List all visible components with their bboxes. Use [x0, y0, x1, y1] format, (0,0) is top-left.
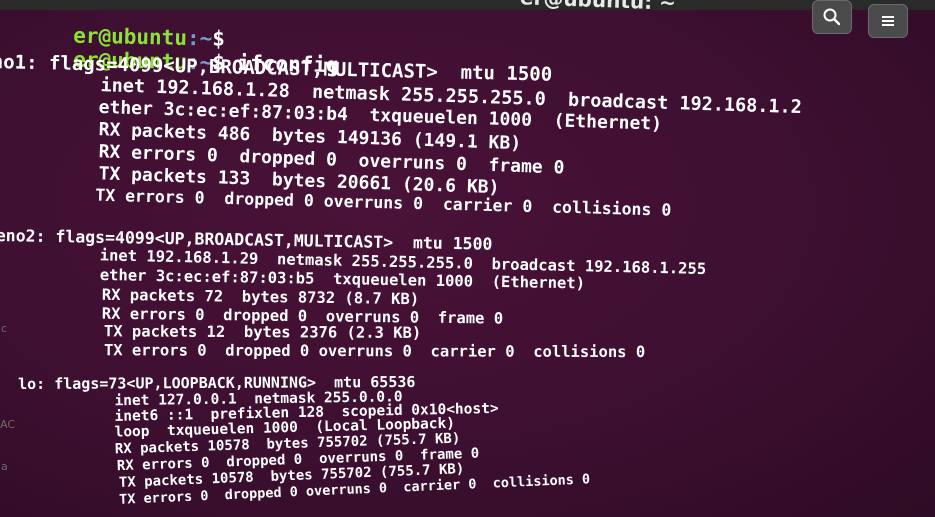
terminal-window[interactable]: er@ubuntu: ~ er@ubuntu:~$ er@ubuntu:~$ i… [0, 0, 935, 517]
output-line: TX errors 0 dropped 0 overruns 0 carrier… [47, 341, 646, 362]
terminal-output[interactable]: er@ubuntu:~$ er@ubuntu:~$ ifconfig no1: … [0, 0, 935, 517]
edge-mark: AC [0, 418, 16, 431]
edge-mark: c [1, 322, 8, 335]
edge-mark: a [1, 460, 8, 473]
